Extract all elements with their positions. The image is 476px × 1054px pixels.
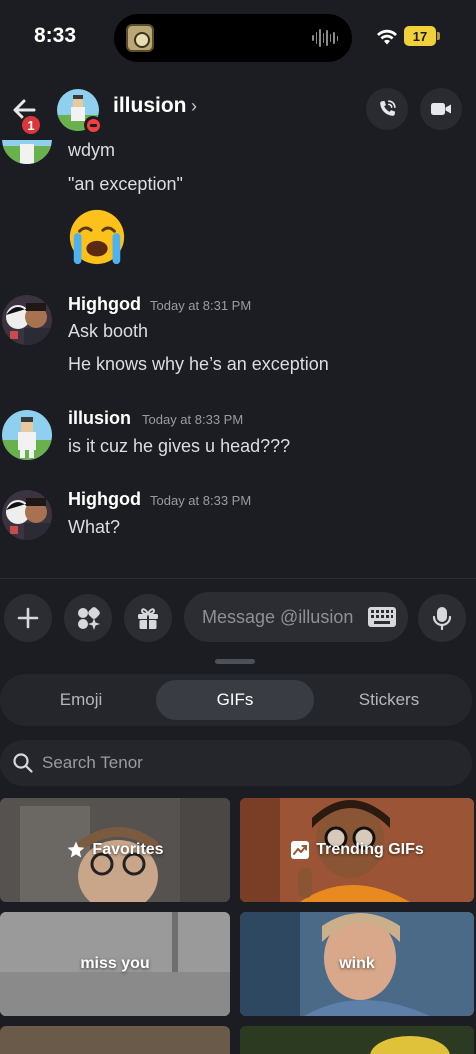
tile-label-miss-you: miss you <box>80 955 150 972</box>
keyboard-icon[interactable] <box>368 607 396 627</box>
message-list[interactable]: wdym "an exception" Highgod Today at 8:3… <box>0 140 476 580</box>
message-timestamp: Today at 8:33 PM <box>142 412 244 427</box>
gif-category-miss-you[interactable]: miss you <box>0 912 230 1016</box>
avatar[interactable] <box>2 490 52 540</box>
search-input[interactable]: Search Tenor <box>0 740 472 786</box>
star-icon <box>68 841 85 858</box>
divider <box>0 578 476 579</box>
message-author[interactable]: Highgod <box>68 294 141 315</box>
gif-category-favorites[interactable]: Favorites <box>0 798 230 902</box>
gif-category-wink[interactable]: wink <box>240 912 474 1016</box>
phone-icon <box>380 100 396 116</box>
avatar[interactable] <box>2 410 52 460</box>
message-text: "an exception" <box>68 174 183 194</box>
plus-icon <box>17 607 39 629</box>
message-timestamp: Today at 8:33 PM <box>150 493 252 508</box>
message-text: wdym <box>68 140 116 160</box>
battery-cap <box>437 32 440 40</box>
gift-icon <box>138 608 158 629</box>
tab-stickers[interactable]: Stickers <box>314 680 464 720</box>
video-call-button[interactable] <box>420 88 462 130</box>
tile-label-favorites: Favorites <box>0 798 230 902</box>
gif-tile[interactable] <box>240 1026 474 1054</box>
now-playing-artwork <box>126 24 154 52</box>
message-text: is it cuz he gives u head??? <box>68 436 291 456</box>
loudly-crying-face-icon <box>69 209 125 265</box>
avatar[interactable] <box>2 140 52 164</box>
drawer-handle[interactable] <box>215 659 255 664</box>
apps-icon <box>78 607 100 630</box>
trending-icon <box>291 841 310 859</box>
message-input[interactable]: Message @illusion <box>184 592 408 642</box>
search-icon <box>13 753 33 773</box>
dynamic-island[interactable] <box>114 14 352 62</box>
message-text: What? <box>68 517 121 537</box>
gif-tile[interactable] <box>0 1026 230 1054</box>
gift-button[interactable] <box>124 594 172 642</box>
message-author[interactable]: illusion <box>68 408 131 429</box>
chevron-right-icon[interactable]: › <box>191 96 197 117</box>
wifi-icon <box>377 29 397 45</box>
audio-wave-icon <box>312 28 338 48</box>
add-attachment-button[interactable] <box>4 594 52 642</box>
tab-gifs[interactable]: GIFs <box>156 680 314 720</box>
message-text: Ask booth <box>68 321 149 341</box>
avatar[interactable] <box>2 295 52 345</box>
expression-picker: Emoji GIFs Stickers Search Tenor Favorit… <box>0 648 476 1054</box>
tile-label-trending: Trending GIFs <box>240 798 474 902</box>
battery-indicator: 17 <box>404 26 436 46</box>
message-timestamp: Today at 8:31 PM <box>150 298 252 313</box>
message-author[interactable]: Highgod <box>68 489 141 510</box>
tile-label-wink: wink <box>339 955 375 972</box>
picker-tabs: Emoji GIFs Stickers <box>0 674 472 726</box>
gif-category-trending[interactable]: Trending GIFs <box>240 798 474 902</box>
microphone-icon <box>432 607 452 631</box>
message-text: He knows why he’s an exception <box>68 354 329 374</box>
status-bar: 8:33 17 <box>0 0 476 74</box>
unread-badge: 1 <box>20 114 42 136</box>
do-not-disturb-icon <box>84 116 102 134</box>
tab-emoji[interactable]: Emoji <box>6 680 156 720</box>
voice-call-button[interactable] <box>366 88 408 130</box>
apps-button[interactable] <box>64 594 112 642</box>
video-camera-icon <box>431 103 451 115</box>
dm-header: 1 illusion › <box>0 74 476 146</box>
voice-message-button[interactable] <box>418 594 466 642</box>
gif-thumbnail <box>240 1026 474 1054</box>
status-time: 8:33 <box>34 24 77 47</box>
search-placeholder: Search Tenor <box>42 753 143 772</box>
page-title[interactable]: illusion <box>113 94 187 118</box>
message-input-placeholder: Message @illusion <box>202 607 354 627</box>
